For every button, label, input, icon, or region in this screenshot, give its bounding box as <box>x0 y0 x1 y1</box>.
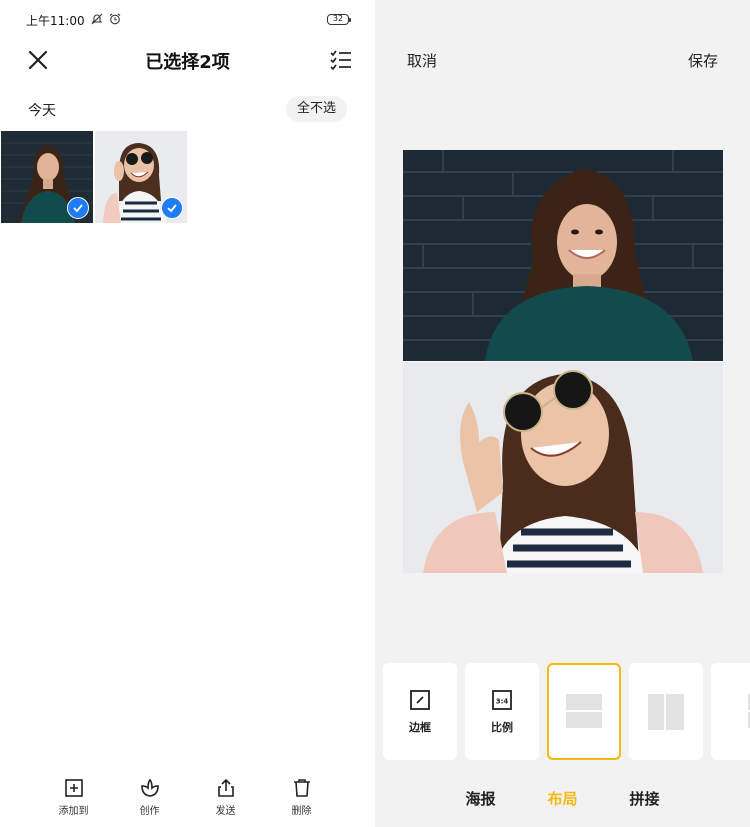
status-bar: 上午11:00 <box>26 12 121 29</box>
collage-editor-screen: 取消 保存 边框 3:4 比例 海报 布局 拼接 <box>375 0 750 827</box>
status-time: 上午11:00 <box>26 14 85 28</box>
tab-poster[interactable]: 海报 <box>465 788 495 809</box>
ratio-tool-button[interactable]: 3:4 比例 <box>465 663 539 760</box>
alarm-icon <box>109 13 121 28</box>
date-label: 今天 <box>28 103 56 119</box>
add-to-icon <box>64 779 83 797</box>
selection-action-bar: 添加到 创作 发送 删除 <box>0 767 375 827</box>
editor-mode-tabs: 海报 布局 拼接 <box>375 788 750 809</box>
photo-grid <box>1 131 187 223</box>
delete-label: 删除 <box>291 806 312 817</box>
page-title: 已选择2项 <box>145 52 230 73</box>
layout-more-button[interactable] <box>711 663 750 760</box>
photo-thumbnail-2[interactable] <box>95 131 187 223</box>
collage-canvas[interactable] <box>403 150 723 573</box>
mute-bell-icon <box>91 13 103 28</box>
delete-button[interactable]: 删除 <box>283 777 321 827</box>
selected-checkmark-icon <box>161 197 183 219</box>
layout-tool-strip: 边框 3:4 比例 <box>383 663 750 760</box>
close-icon <box>28 50 48 70</box>
tab-layout[interactable]: 布局 <box>547 788 577 809</box>
selected-checkmark-icon <box>67 197 89 219</box>
tab-stitch[interactable]: 拼接 <box>630 788 660 809</box>
trash-icon <box>293 779 310 797</box>
add-to-label: 添加到 <box>58 806 89 817</box>
battery-indicator: 32 <box>327 14 351 25</box>
send-button[interactable]: 发送 <box>207 777 245 827</box>
collage-photo-top[interactable] <box>403 150 723 361</box>
send-label: 发送 <box>215 806 236 817</box>
collage-photo-bottom[interactable] <box>403 362 723 573</box>
ratio-icon: 3:4 <box>492 689 512 710</box>
checklist-icon <box>330 50 351 71</box>
border-icon <box>410 689 430 710</box>
close-button[interactable] <box>26 48 50 72</box>
select-all-button[interactable] <box>329 48 353 72</box>
ratio-icon-text: 3:4 <box>496 697 509 705</box>
save-button[interactable]: 保存 <box>688 50 718 71</box>
layout-grid-icon <box>748 693 750 728</box>
layout-vertical-icon <box>648 693 684 730</box>
layout-horizontal-icon <box>566 693 602 728</box>
gallery-selection-screen: 上午11:00 32 已选择2项 今天 全不选 添加到 创作 发送 删除 <box>0 0 375 827</box>
ratio-tool-label: 比例 <box>491 720 513 734</box>
layout-vertical-split-button[interactable] <box>629 663 703 760</box>
date-section-header: 今天 全不选 <box>0 94 375 124</box>
cancel-button[interactable]: 取消 <box>407 50 437 71</box>
add-to-button[interactable]: 添加到 <box>55 777 93 827</box>
deselect-all-button[interactable]: 全不选 <box>285 96 347 122</box>
photo-thumbnail-1[interactable] <box>1 131 93 223</box>
create-icon <box>140 778 159 797</box>
layout-horizontal-split-button[interactable] <box>547 663 621 760</box>
create-button[interactable]: 创作 <box>131 777 169 827</box>
border-tool-button[interactable]: 边框 <box>383 663 457 760</box>
border-tool-label: 边框 <box>409 720 431 734</box>
create-label: 创作 <box>139 806 160 817</box>
share-icon <box>217 778 234 797</box>
selection-header: 已选择2项 <box>0 40 375 80</box>
